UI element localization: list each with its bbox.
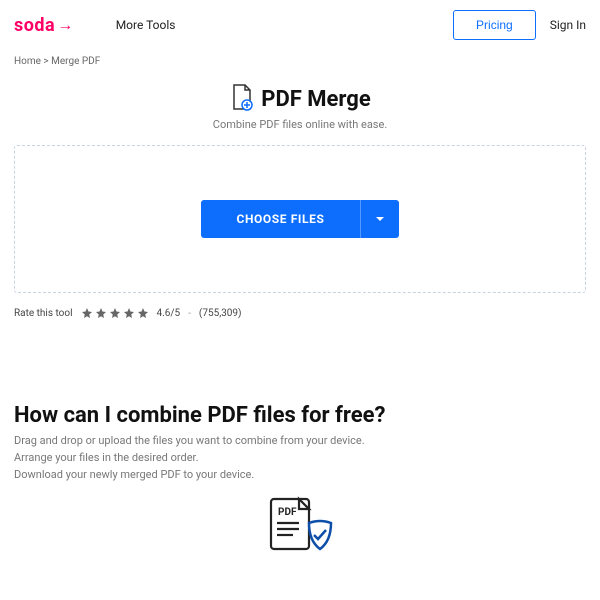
hero-title-row: PDF Merge xyxy=(14,83,586,115)
rating-row: Rate this tool 4.6/5 - (755,309) xyxy=(0,299,600,343)
dropzone-wrap: CHOOSE FILES xyxy=(0,139,600,299)
choose-files-dropdown[interactable] xyxy=(360,200,399,238)
svg-text:PDF: PDF xyxy=(278,507,297,518)
hero: PDF Merge Combine PDF files online with … xyxy=(0,73,600,139)
rating-dash: - xyxy=(188,308,191,319)
pdf-merge-icon xyxy=(229,83,253,115)
file-dropzone[interactable]: CHOOSE FILES xyxy=(14,145,586,293)
star-icon[interactable] xyxy=(109,307,121,319)
howto-section: How can I combine PDF files for free? Dr… xyxy=(0,343,600,569)
header-right: Pricing Sign In xyxy=(453,10,586,40)
howto-heading: How can I combine PDF files for free? xyxy=(14,403,586,428)
howto-illustration: PDF xyxy=(14,493,586,559)
rating-stars[interactable] xyxy=(81,307,149,319)
page-subtitle: Combine PDF files online with ease. xyxy=(14,118,586,131)
howto-step-2: Arrange your files in the desired order. xyxy=(14,449,586,466)
howto-step-3: Download your newly merged PDF to your d… xyxy=(14,466,586,483)
header: soda→ More Tools Pricing Sign In xyxy=(0,0,600,50)
arrow-right-icon: → xyxy=(57,15,74,35)
breadcrumb: Home > Merge PDF xyxy=(0,50,600,73)
more-tools-link[interactable]: More Tools xyxy=(116,18,176,32)
howto-step-1: Drag and drop or upload the files you wa… xyxy=(14,432,586,449)
star-icon[interactable] xyxy=(123,307,135,319)
star-icon[interactable] xyxy=(95,307,107,319)
breadcrumb-sep: > xyxy=(43,56,48,67)
breadcrumb-home[interactable]: Home xyxy=(14,56,41,67)
star-icon[interactable] xyxy=(137,307,149,319)
brand-logo[interactable]: soda→ xyxy=(14,15,74,36)
brand-name: soda xyxy=(14,15,55,36)
rating-label: Rate this tool xyxy=(14,308,73,319)
breadcrumb-current: Merge PDF xyxy=(51,56,100,67)
sign-in-link[interactable]: Sign In xyxy=(550,18,586,32)
rating-score: 4.6/5 xyxy=(157,308,181,319)
chevron-down-icon xyxy=(375,214,385,224)
page-title: PDF Merge xyxy=(261,87,370,112)
star-icon[interactable] xyxy=(81,307,93,319)
rating-count: (755,309) xyxy=(199,308,242,319)
choose-files-label: CHOOSE FILES xyxy=(201,200,361,238)
pdf-shield-icon: PDF xyxy=(265,493,335,555)
choose-files-button[interactable]: CHOOSE FILES xyxy=(201,200,400,238)
pricing-button[interactable]: Pricing xyxy=(453,10,536,40)
